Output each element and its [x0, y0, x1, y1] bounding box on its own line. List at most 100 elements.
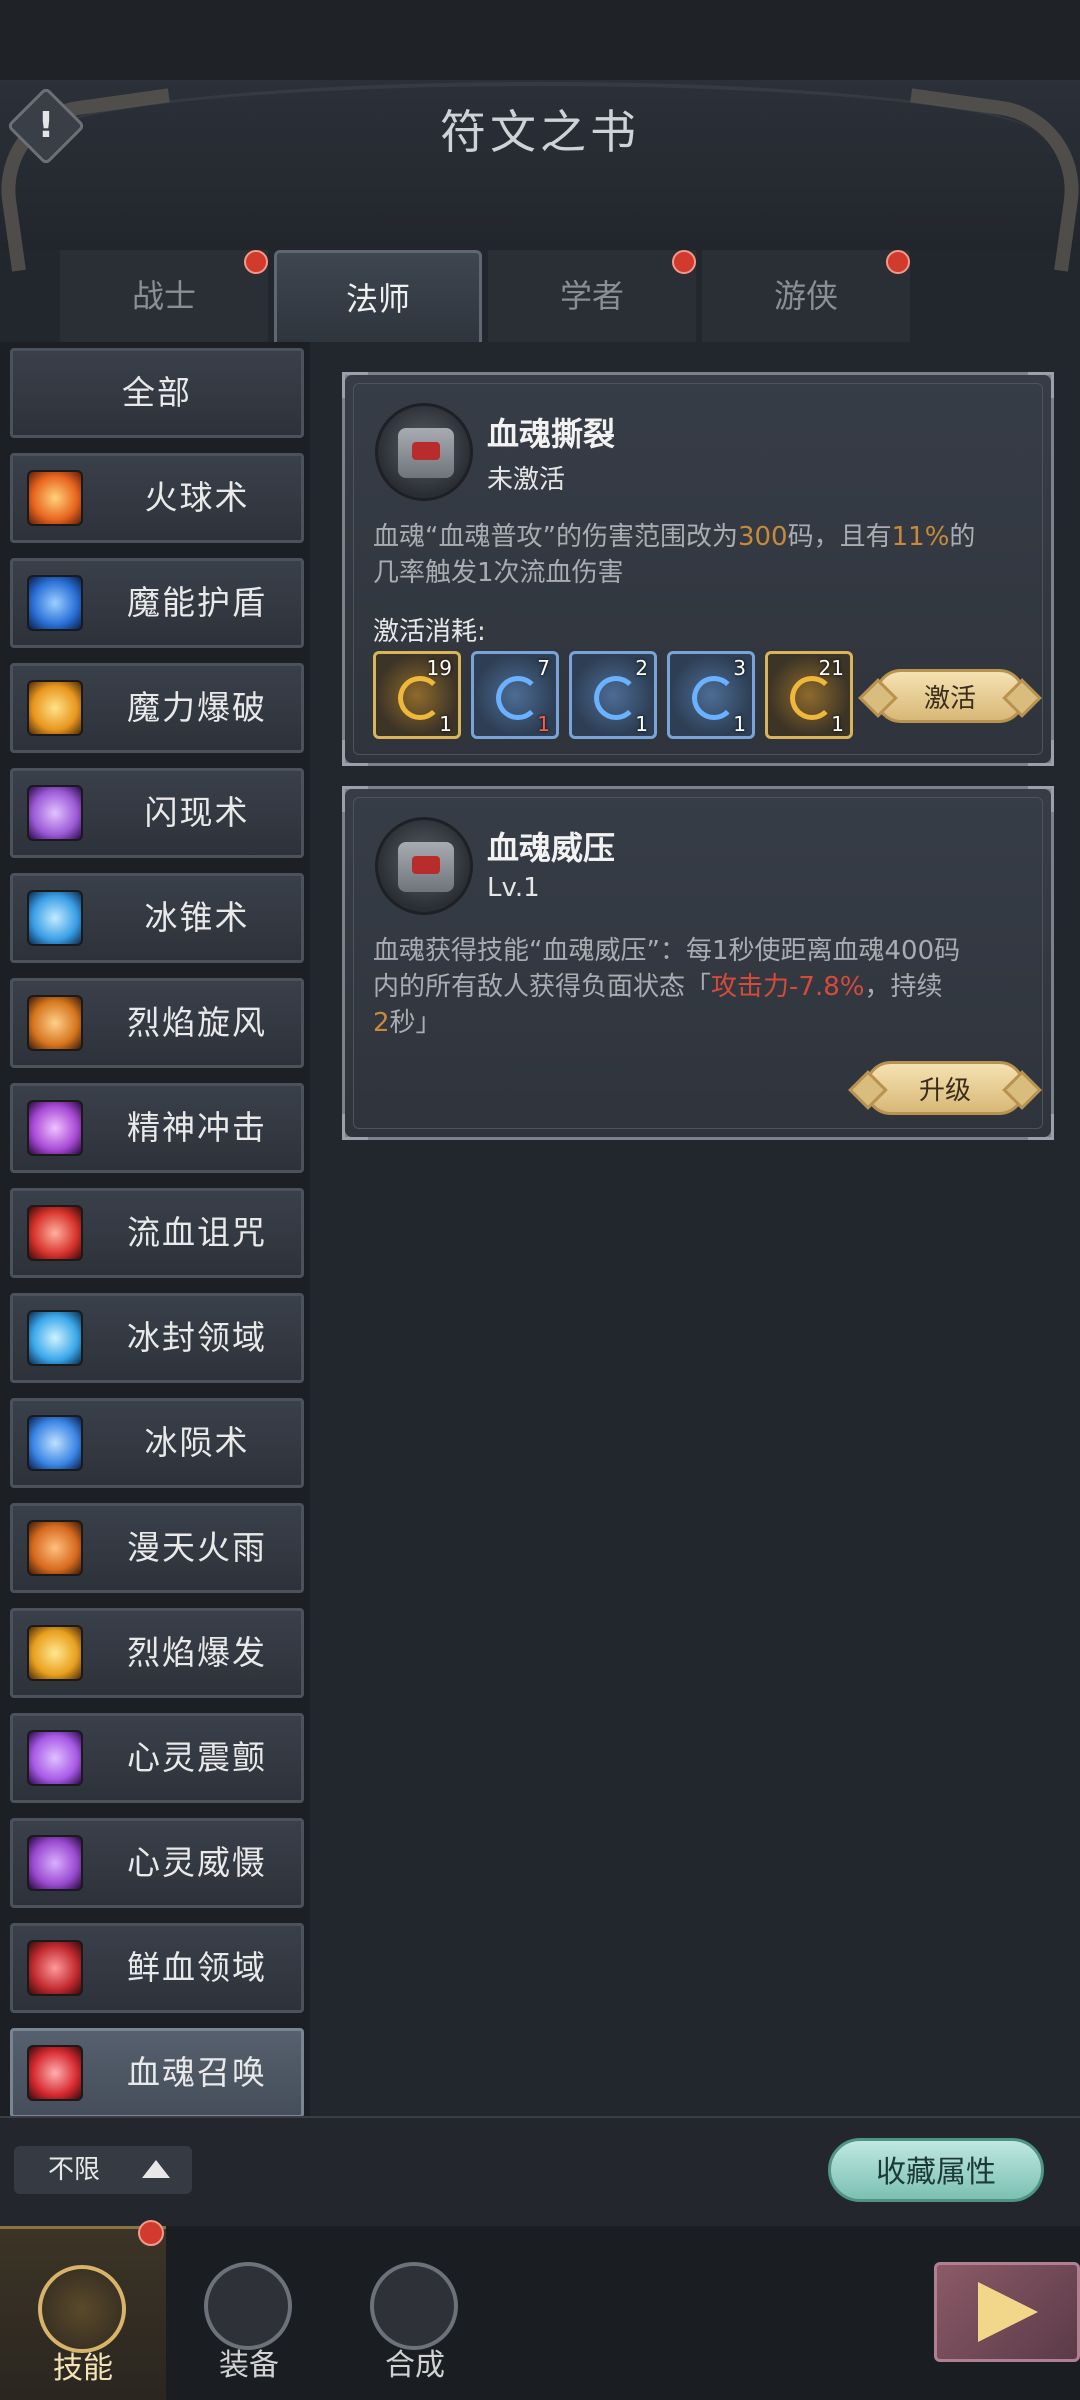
filter-label[interactable]: 不限	[14, 2146, 134, 2194]
sidebar-item-label: 全部	[122, 373, 192, 412]
blue-rune-icon	[692, 676, 736, 720]
material-owned: 1	[635, 712, 648, 736]
tab-scholar-badge	[672, 250, 696, 274]
sidebar-item-blood-soul-summon[interactable]: 血魂召唤	[10, 2028, 304, 2118]
rune-card-blood-soul-rend: 血魂撕裂 未激活 血魂“血魂普攻”的伤害范围改为300码，且有11%的 几率触发…	[342, 372, 1054, 766]
material-required: 2	[635, 656, 648, 680]
material-owned: 1	[537, 712, 550, 736]
nav-label: 装备	[219, 2348, 279, 2383]
sidebar-item-fire-rain[interactable]: 漫天火雨	[10, 1503, 304, 1593]
nav-synthesis[interactable]: 合成	[332, 2226, 498, 2400]
sidebar-item-blink[interactable]: 闪现术	[10, 768, 304, 858]
material-required: 3	[733, 656, 746, 680]
skull-icon	[27, 1940, 83, 1996]
page-title: 符文之书	[440, 105, 640, 159]
equipment-cards-icon	[204, 2262, 292, 2350]
chevron-up-icon[interactable]	[142, 2160, 170, 2178]
sidebar-item-bleed-curse[interactable]: 流血诅咒	[10, 1188, 304, 1278]
nav-label: 技能	[53, 2351, 113, 2386]
sidebar-item-label: 魔能护盾	[127, 583, 267, 622]
tab-ranger-badge	[886, 250, 910, 274]
rune-description: 血魂“血魂普攻”的伤害范围改为300码，且有11%的 几率触发1次流血伤害	[373, 522, 976, 588]
rune-card-blood-soul-pressure: 血魂威压 Lv.1 血魂获得技能“血魂威压”：每1秒使距离血魂400码 内的所有…	[342, 786, 1054, 1140]
gold-heart-rune-icon	[790, 676, 834, 720]
sidebar-item-label: 冰陨术	[144, 1423, 250, 1462]
blink-icon	[27, 785, 83, 841]
sidebar-item-label: 魔力爆破	[127, 688, 267, 727]
rune-stone-icon	[375, 403, 473, 501]
tab-warrior[interactable]: 战士	[60, 250, 268, 342]
sidebar-item-blood-domain[interactable]: 鲜血领域	[10, 1923, 304, 2013]
status-area	[0, 0, 1080, 80]
flame-crown-icon	[27, 1625, 83, 1681]
rune-title: 血魂撕裂	[487, 415, 616, 453]
sidebar-item-label: 火球术	[144, 478, 250, 517]
rune-level: Lv.1	[487, 873, 540, 903]
explosion-icon	[27, 680, 83, 736]
sidebar-item-label: 血魂召唤	[127, 2053, 267, 2092]
ice-burst-icon	[27, 1310, 83, 1366]
rune-description: 血魂获得技能“血魂威压”：每1秒使距离血魂400码 内的所有敌人获得负面状态「攻…	[373, 936, 961, 1038]
ice-meteor-icon	[27, 1415, 83, 1471]
sidebar-item-fireball[interactable]: 火球术	[10, 453, 304, 543]
material-slot[interactable]: 21 1	[765, 651, 853, 739]
material-owned: 1	[439, 712, 452, 736]
frame-corner	[342, 1114, 368, 1140]
sidebar-item-mind-quake[interactable]: 心灵震颤	[10, 1713, 304, 1803]
frame-corner	[1028, 740, 1054, 766]
rune-status: 未激活	[487, 465, 566, 495]
upgrade-button[interactable]: 升级	[865, 1061, 1025, 1115]
mind-deter-icon	[27, 1835, 83, 1891]
material-slot[interactable]: 7 1	[471, 651, 559, 739]
sword-icon	[38, 2265, 126, 2353]
collection-attributes-button[interactable]: 收藏属性	[828, 2138, 1044, 2202]
sidebar-item-arcane-blast[interactable]: 魔力爆破	[10, 663, 304, 753]
frame-corner	[1028, 786, 1054, 812]
whirlwind-icon	[27, 995, 83, 1051]
arrow-right-icon[interactable]	[978, 2282, 1038, 2342]
activate-button[interactable]: 激活	[875, 669, 1025, 723]
nav-label: 合成	[385, 2348, 445, 2383]
sidebar-item-mind-blast[interactable]: 精神冲击	[10, 1083, 304, 1173]
sidebar-item-label: 心灵震颤	[127, 1738, 267, 1777]
fireball-icon	[27, 470, 83, 526]
tab-ranger[interactable]: 游侠	[702, 250, 910, 342]
material-slot[interactable]: 2 1	[569, 651, 657, 739]
sidebar-item-mind-deter[interactable]: 心灵威慑	[10, 1818, 304, 1908]
sidebar-item-ice-meteor[interactable]: 冰陨术	[10, 1398, 304, 1488]
blue-rune-icon	[496, 676, 540, 720]
sidebar-item-flame-burst[interactable]: 烈焰爆发	[10, 1608, 304, 1698]
blood-soul-icon	[27, 2045, 83, 2101]
blood-swirl-icon	[27, 1205, 83, 1261]
gold-rune-icon	[398, 676, 442, 720]
sidebar-item-label: 流血诅咒	[127, 1213, 267, 1252]
sidebar-item-arcane-shield[interactable]: 魔能护盾	[10, 558, 304, 648]
material-required: 7	[537, 656, 550, 680]
sidebar-item-label: 闪现术	[144, 793, 250, 832]
sidebar-item-all[interactable]: 全部	[10, 348, 304, 438]
blue-rune-icon	[594, 676, 638, 720]
sidebar-item-label: 漫天火雨	[127, 1528, 267, 1567]
frame-corner	[342, 740, 368, 766]
shield-icon	[27, 575, 83, 631]
material-slot[interactable]: 19 1	[373, 651, 461, 739]
frame-corner	[342, 372, 368, 398]
synthesis-orb-icon	[370, 2262, 458, 2350]
sidebar-item-ice-lance[interactable]: 冰锥术	[10, 873, 304, 963]
rune-stone-icon	[375, 817, 473, 915]
fire-rain-icon	[27, 1520, 83, 1576]
sidebar-item-label: 烈焰爆发	[127, 1633, 267, 1672]
tab-mage[interactable]: 法师	[274, 250, 482, 342]
sidebar-item-flame-whirl[interactable]: 烈焰旋风	[10, 978, 304, 1068]
ice-shard-icon	[27, 890, 83, 946]
sidebar-item-frozen-domain[interactable]: 冰封领域	[10, 1293, 304, 1383]
class-tabs: 战士 法师 学者 游侠	[60, 250, 920, 342]
material-required: 19	[426, 656, 452, 680]
tab-scholar[interactable]: 学者	[488, 250, 696, 342]
nav-equipment[interactable]: 装备	[166, 2226, 332, 2400]
mind-quake-icon	[27, 1730, 83, 1786]
frame-corner	[1028, 372, 1054, 398]
material-slot[interactable]: 3 1	[667, 651, 755, 739]
nav-skills[interactable]: 技能	[0, 2226, 166, 2400]
sidebar-item-label: 冰锥术	[144, 898, 250, 937]
